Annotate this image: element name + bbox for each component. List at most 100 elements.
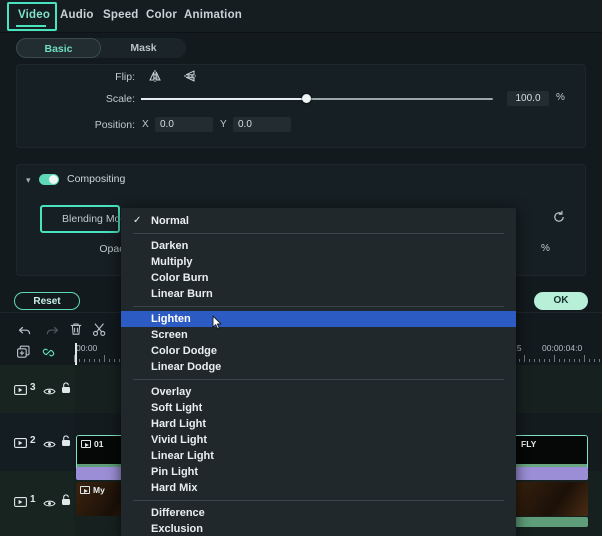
chevron-down-icon[interactable]: ▾ <box>26 175 31 186</box>
scale-slider-filled <box>141 98 307 100</box>
ruler-tick <box>599 358 600 362</box>
track-header-3: 3 <box>0 365 74 413</box>
ruler-tick <box>114 358 115 362</box>
clip-label: FLY <box>521 439 537 449</box>
split-scissors-icon[interactable] <box>92 322 107 342</box>
menu-item-hard-light[interactable]: Hard Light <box>121 416 516 432</box>
ruler-tick <box>554 355 555 362</box>
tab-video[interactable]: Video <box>18 9 50 21</box>
flip-label: Flip: <box>115 71 135 83</box>
lock-icon[interactable] <box>61 493 71 511</box>
ruler-tick <box>109 358 110 362</box>
video-editor-window: Video Audio Speed Color Animation Basic … <box>0 0 602 536</box>
ruler-tick <box>544 358 545 362</box>
timeline-effect-strip[interactable] <box>512 467 588 480</box>
reset-circular-arrow-icon[interactable] <box>552 210 566 224</box>
flip-horizontal-icon[interactable] <box>147 68 163 84</box>
segment-basic[interactable]: Basic <box>16 38 101 58</box>
tab-animation[interactable]: Animation <box>184 9 242 21</box>
compositing-toggle[interactable] <box>39 174 59 185</box>
property-tabbar: Video Audio Speed Color Animation <box>0 0 602 33</box>
ruler-tick <box>549 358 550 362</box>
undo-icon[interactable] <box>18 323 33 343</box>
menu-item-screen[interactable]: Screen <box>121 327 516 343</box>
ruler-tick <box>99 358 100 362</box>
track-header-1: 1 <box>0 471 74 536</box>
basic-mask-segmented-control: Basic Mask <box>16 38 186 58</box>
video-track-icon <box>14 435 27 453</box>
link-unlink-icon[interactable] <box>41 345 56 365</box>
clip-label: 01 <box>81 439 103 449</box>
eye-icon[interactable] <box>43 495 56 513</box>
position-y-input[interactable]: 0.0 <box>233 117 291 132</box>
video-track-icon <box>14 494 27 512</box>
menu-item-pin-light[interactable]: Pin Light <box>121 464 516 480</box>
ruler-tick <box>539 358 540 362</box>
tab-speed[interactable]: Speed <box>103 9 139 21</box>
ruler-tick <box>104 355 105 362</box>
ruler-tick <box>584 355 585 362</box>
menu-item-color-dodge[interactable]: Color Dodge <box>121 343 516 359</box>
scale-slider-track[interactable] <box>141 98 493 100</box>
menu-item-multiply[interactable]: Multiply <box>121 254 516 270</box>
scale-label: Scale: <box>105 93 135 105</box>
redo-icon[interactable] <box>44 323 59 343</box>
menu-item-normal[interactable]: Normal <box>121 213 516 229</box>
position-x-input[interactable]: 0.0 <box>155 117 213 132</box>
menu-item-vivid-light[interactable]: Vivid Light <box>121 432 516 448</box>
tab-color[interactable]: Color <box>146 9 177 21</box>
ruler-tick <box>94 358 95 362</box>
menu-item-lighten[interactable]: Lighten <box>121 311 516 327</box>
menu-item-difference[interactable]: Difference <box>121 505 516 521</box>
menu-item-overlay[interactable]: Overlay <box>121 384 516 400</box>
menu-item-exclusion[interactable]: Exclusion <box>121 521 516 536</box>
reset-button[interactable]: Reset <box>14 292 80 310</box>
menu-item-linear-burn[interactable]: Linear Burn <box>121 286 516 302</box>
clip-thumb-icon <box>81 440 91 448</box>
blending-mode-dropdown[interactable]: Normal DarkenMultiplyColor BurnLinear Bur… <box>121 208 516 536</box>
eye-icon[interactable] <box>43 436 56 454</box>
timeline-audio-strip[interactable] <box>512 517 588 527</box>
track-header-2: 2 <box>0 413 74 471</box>
scale-value-input[interactable]: 100.0 <box>507 91 549 106</box>
menu-item-soft-light[interactable]: Soft Light <box>121 400 516 416</box>
menu-separator <box>133 306 504 307</box>
flip-vertical-icon[interactable] <box>182 68 198 84</box>
menu-item-hard-mix[interactable]: Hard Mix <box>121 480 516 496</box>
ruler-tick <box>569 358 570 362</box>
ruler-tick <box>574 358 575 362</box>
ok-button[interactable]: OK <box>534 292 588 310</box>
lock-icon[interactable] <box>61 434 71 452</box>
track-number-3: 3 <box>30 382 36 393</box>
delete-icon[interactable] <box>69 322 83 342</box>
ruler-label-end: 00:00:04:0 <box>542 343 583 353</box>
menu-item-linear-light[interactable]: Linear Light <box>121 448 516 464</box>
position-x-label: X <box>142 119 149 130</box>
segment-mask[interactable]: Mask <box>101 38 186 58</box>
tab-video-underline <box>16 25 46 27</box>
menu-separator <box>133 500 504 501</box>
eye-icon[interactable] <box>43 383 56 401</box>
ruler-tick <box>119 358 120 362</box>
track-number-1: 1 <box>30 494 36 505</box>
mouse-cursor <box>212 315 223 330</box>
lock-icon[interactable] <box>61 381 71 399</box>
ruler-tick <box>84 358 85 362</box>
menu-item-darken[interactable]: Darken <box>121 238 516 254</box>
timeline-clip-media[interactable] <box>512 482 588 516</box>
position-label: Position: <box>94 119 135 131</box>
snapshot-icon[interactable] <box>16 345 31 365</box>
ruler-tick <box>524 355 525 362</box>
ruler-tick <box>89 358 90 362</box>
menu-separator <box>133 233 504 234</box>
clip-label: My <box>80 485 105 495</box>
menu-item-color-burn[interactable]: Color Burn <box>121 270 516 286</box>
scale-slider-knob[interactable] <box>301 94 311 103</box>
ruler-tick <box>579 358 580 362</box>
ruler-tick <box>559 358 560 362</box>
tab-audio[interactable]: Audio <box>60 9 94 21</box>
compositing-title: Compositing <box>67 173 126 185</box>
menu-item-linear-dodge[interactable]: Linear Dodge <box>121 359 516 375</box>
track-number-2: 2 <box>30 435 36 446</box>
ruler-tick <box>589 358 590 362</box>
